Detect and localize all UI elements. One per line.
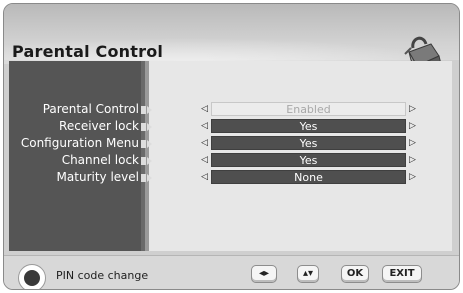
footer-bar: PIN code change ◂▸ ▴▾ OK EXIT	[4, 255, 459, 289]
page-title: Parental Control	[12, 42, 164, 61]
menu-row-channel-lock[interactable]: Channel lock ◁ Yes ▷	[4, 153, 459, 168]
menu-row-label: Channel lock	[61, 153, 139, 167]
menu-row-label: Receiver lock	[59, 119, 139, 133]
exit-key-button[interactable]: EXIT	[382, 265, 422, 283]
row-pointer-icon	[141, 106, 152, 114]
menu-row-label: Maturity level	[56, 170, 139, 184]
arrow-left-icon[interactable]: ◁	[199, 171, 210, 183]
row-pointer-icon	[141, 123, 152, 131]
arrow-right-icon[interactable]: ▷	[407, 171, 418, 183]
menu-row-label: Configuration Menu	[20, 136, 139, 150]
menu-row-label: Parental Control	[42, 102, 139, 116]
up-down-key-icon[interactable]: ▴▾	[297, 265, 319, 283]
menu-row-value[interactable]: Yes	[211, 119, 406, 133]
pin-code-button[interactable]	[18, 264, 46, 289]
row-pointer-icon	[141, 157, 152, 165]
menu-row-value[interactable]: Enabled	[211, 102, 406, 116]
arrow-left-icon[interactable]: ◁	[199, 103, 210, 115]
menu-row-parental-control[interactable]: Parental Control ◁ Enabled ▷	[4, 102, 459, 117]
row-pointer-icon	[141, 174, 152, 182]
arrow-right-icon[interactable]: ▷	[407, 120, 418, 132]
menu-row-value[interactable]: Yes	[211, 153, 406, 167]
tv-menu-screen: Parental Control Parental Control ◁ Enab…	[3, 3, 460, 290]
arrow-right-icon[interactable]: ▷	[407, 103, 418, 115]
arrow-left-icon[interactable]: ◁	[199, 120, 210, 132]
arrow-right-icon[interactable]: ▷	[407, 137, 418, 149]
left-right-key-icon[interactable]: ◂▸	[251, 265, 277, 283]
ok-key-button[interactable]: OK	[341, 265, 369, 283]
arrow-left-icon[interactable]: ◁	[199, 137, 210, 149]
menu-row-value[interactable]: None	[211, 170, 406, 184]
pin-code-label: PIN code change	[56, 269, 149, 282]
row-pointer-icon	[141, 140, 152, 148]
arrow-left-icon[interactable]: ◁	[199, 154, 210, 166]
menu-row-value[interactable]: Yes	[211, 136, 406, 150]
menu-row-receiver-lock[interactable]: Receiver lock ◁ Yes ▷	[4, 119, 459, 134]
menu-row-configuration-menu[interactable]: Configuration Menu ◁ Yes ▷	[4, 136, 459, 151]
arrow-right-icon[interactable]: ▷	[407, 154, 418, 166]
menu-row-maturity-level[interactable]: Maturity level ◁ None ▷	[4, 170, 459, 185]
